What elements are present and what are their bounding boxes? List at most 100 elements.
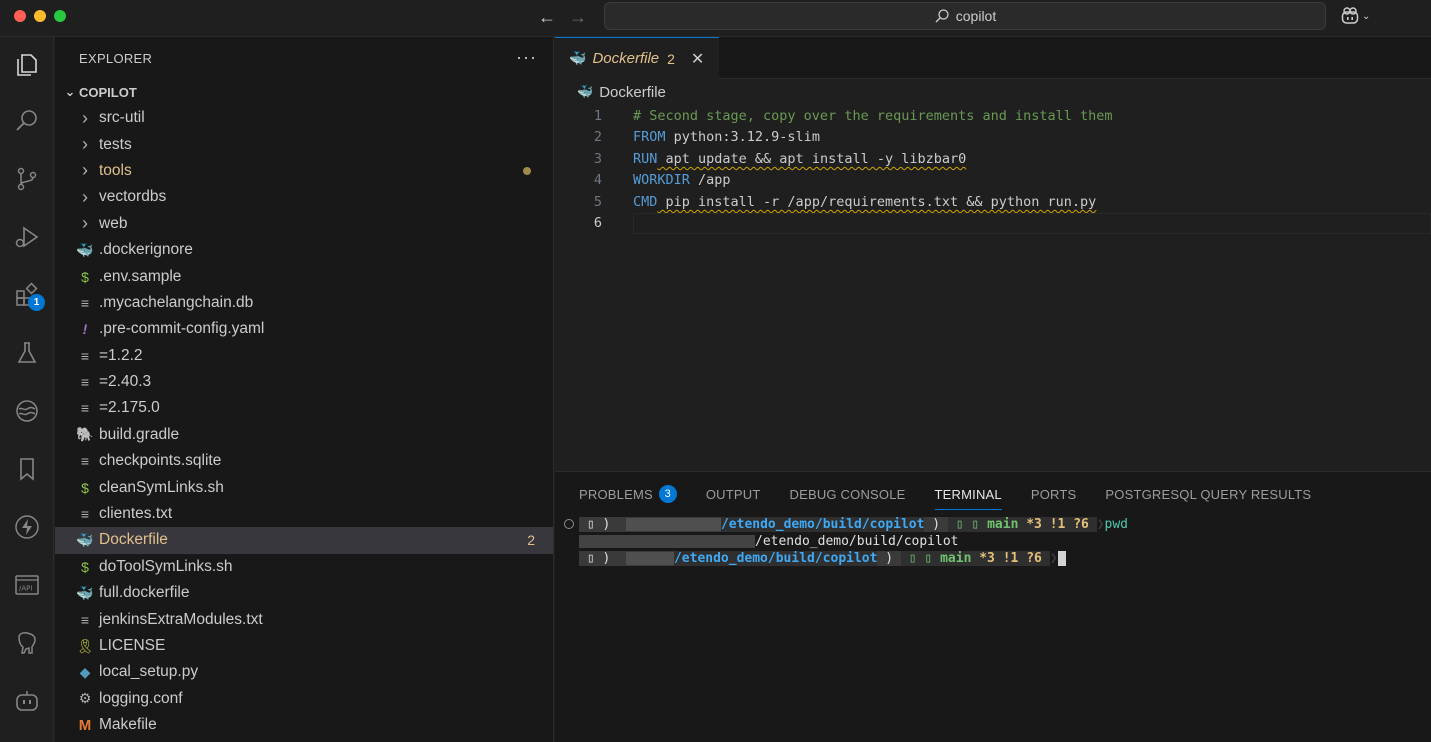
extensions-badge: 1: [28, 294, 45, 311]
copilot-icon: [1341, 7, 1359, 24]
tree-item-label: local_setup.py: [99, 663, 199, 681]
folder-item[interactable]: › tests: [55, 131, 553, 157]
line-number: 2: [593, 129, 602, 146]
code-line: 3 RUN apt update && apt install -y libzba…: [555, 148, 1431, 170]
wave-icon[interactable]: [9, 393, 45, 429]
current-line-highlight: [633, 212, 1431, 234]
tab-terminal[interactable]: TERMINAL: [934, 472, 1003, 516]
close-icon[interactable]: ✕: [691, 49, 704, 69]
file-item[interactable]: 🐘 build.gradle: [55, 422, 553, 448]
tab-pg-label: POSTGRESQL QUERY RESULTS: [1105, 486, 1312, 502]
close-window-button[interactable]: [14, 10, 26, 22]
output-redacted: [579, 535, 755, 548]
extensions-icon[interactable]: 1: [9, 277, 45, 313]
back-arrow-icon[interactable]: ←: [536, 6, 558, 28]
file-item[interactable]: ◆ local_setup.py: [55, 659, 553, 685]
modified-dot-icon: [523, 166, 531, 175]
code-text: CMD pip install -r /app/requirements.txt…: [633, 194, 1096, 210]
file-item[interactable]: 🐳 full.dockerfile: [55, 580, 553, 606]
file-item[interactable]: M Makefile: [55, 712, 553, 738]
prompt-end-arrow: ❯: [1049, 551, 1058, 566]
tree-item-label: .mycachelangchain.db: [99, 293, 254, 311]
chevron-down-icon: ⌄: [64, 84, 76, 99]
code-rest: apt update && apt install -y libzbar0: [657, 150, 967, 167]
folder-item[interactable]: › tools: [55, 158, 553, 184]
minimize-window-button[interactable]: [34, 10, 46, 22]
chevron-right-icon: ›: [82, 213, 88, 234]
file-item[interactable]: $ cleanSymLinks.sh: [55, 474, 553, 500]
tab-debug-console[interactable]: DEBUG CONSOLE: [790, 472, 906, 516]
tab-output[interactable]: OUTPUT: [706, 472, 761, 516]
tab-postgresql-results[interactable]: POSTGRESQL QUERY RESULTS: [1105, 472, 1311, 516]
code-rest: python:3.12.9-slim: [665, 129, 820, 146]
maximize-window-button[interactable]: [54, 10, 66, 22]
file-item[interactable]: ≡ jenkinsExtraModules.txt: [55, 606, 553, 632]
more-actions-icon[interactable]: ···: [516, 47, 537, 68]
prompt-separator: ): [924, 517, 948, 532]
code-line: 4 WORKDIR /app: [555, 170, 1431, 192]
prompt-path: /etendo_demo/build/copilot: [720, 517, 925, 532]
tree-item-label: =1.2.2: [99, 346, 143, 364]
git-branch: main: [987, 517, 1019, 532]
tab-ports[interactable]: PORTS: [1031, 472, 1077, 516]
keyword: CMD: [633, 193, 658, 210]
file-item[interactable]: 🐳 .dockerignore: [55, 237, 553, 263]
code-text: WORKDIR /app: [633, 172, 731, 188]
command-center-search[interactable]: copilot: [604, 2, 1326, 30]
source-control-icon[interactable]: [9, 161, 45, 197]
breadcrumb[interactable]: 🐳 Dockerfile: [555, 79, 1431, 105]
folder-item[interactable]: › src-util: [55, 105, 553, 131]
line-number: 1: [593, 107, 602, 124]
tab-label: Dockerfile: [592, 50, 660, 67]
tree-item-label: =2.175.0: [99, 399, 160, 417]
code-editor[interactable]: 1 # Second stage, copy over the requireme…: [555, 105, 1431, 234]
file-item[interactable]: ≡ =1.2.2: [55, 343, 553, 369]
folder-item[interactable]: › web: [55, 211, 553, 237]
panel-tabs: PROBLEMS 3 OUTPUT DEBUG CONSOLE TERMINAL…: [555, 472, 1431, 516]
tree-item-label: =2.40.3: [99, 373, 152, 391]
file-item[interactable]: $ doToolSymLinks.sh: [55, 554, 553, 580]
postgresql-elephant-icon[interactable]: [9, 625, 45, 661]
tab-debug-label: DEBUG CONSOLE: [789, 486, 906, 502]
file-item[interactable]: ≡ =2.175.0: [55, 395, 553, 421]
tab-dockerfile[interactable]: 🐳 Dockerfile 2 ✕: [555, 37, 719, 79]
forward-arrow-icon[interactable]: →: [567, 6, 589, 28]
workspace-section-header[interactable]: ⌄ COPILOT: [55, 79, 553, 105]
file-item[interactable]: ≡ checkpoints.sqlite: [55, 448, 553, 474]
run-debug-icon[interactable]: [9, 219, 45, 255]
terminal-cursor: [1057, 551, 1066, 566]
tab-ports-label: PORTS: [1030, 486, 1077, 502]
file-item[interactable]: ≡ clientes.txt: [55, 501, 553, 527]
explorer-icon[interactable]: [9, 47, 45, 83]
tree-item-label: LICENSE: [99, 637, 166, 654]
file-item[interactable]: ≡ .mycachelangchain.db: [55, 290, 553, 316]
prompt-path: /etendo_demo/build/copilot: [673, 551, 878, 566]
search-icon: [935, 9, 949, 23]
terminal[interactable]: ▯ ) /etendo_demo/build/copilot ) ▯ ▯ mai…: [555, 516, 1431, 567]
search-icon[interactable]: [9, 103, 45, 139]
lightning-icon[interactable]: [9, 509, 45, 545]
file-item[interactable]: ⚙ logging.conf: [55, 686, 553, 712]
file-item[interactable]: ≡ =2.40.3: [55, 369, 553, 395]
testing-flask-icon[interactable]: [9, 335, 45, 371]
file-item[interactable]: $ .env.sample: [55, 263, 553, 289]
tree-item-label: web: [99, 214, 128, 232]
code-line: 6: [555, 212, 1431, 234]
copilot-chat-icon[interactable]: [9, 683, 45, 719]
code-text: # Second stage, copy over the requiremen…: [633, 108, 1113, 124]
keyword: WORKDIR: [633, 172, 690, 189]
bookmark-icon[interactable]: [9, 451, 45, 487]
shell-icon: $: [81, 479, 89, 496]
copilot-menu-button[interactable]: ⌄: [1340, 6, 1370, 26]
tree-item-label: clientes.txt: [99, 505, 173, 523]
prompt-os-segment: ▯ ): [579, 551, 619, 566]
folder-item[interactable]: › vectordbs: [55, 184, 553, 210]
file-item[interactable]: ! .pre-commit-config.yaml: [55, 316, 553, 342]
tree-item-label: doToolSymLinks.sh: [99, 557, 233, 575]
tab-problems[interactable]: PROBLEMS 3: [579, 472, 677, 516]
api-icon[interactable]: /API: [9, 567, 45, 603]
command-decoration-icon[interactable]: [564, 519, 574, 529]
file-item[interactable]: 🎗 LICENSE: [55, 633, 553, 659]
file-item[interactable]: 🐳 Dockerfile 2: [55, 527, 553, 554]
chevron-down-icon: ⌄: [1362, 10, 1371, 22]
